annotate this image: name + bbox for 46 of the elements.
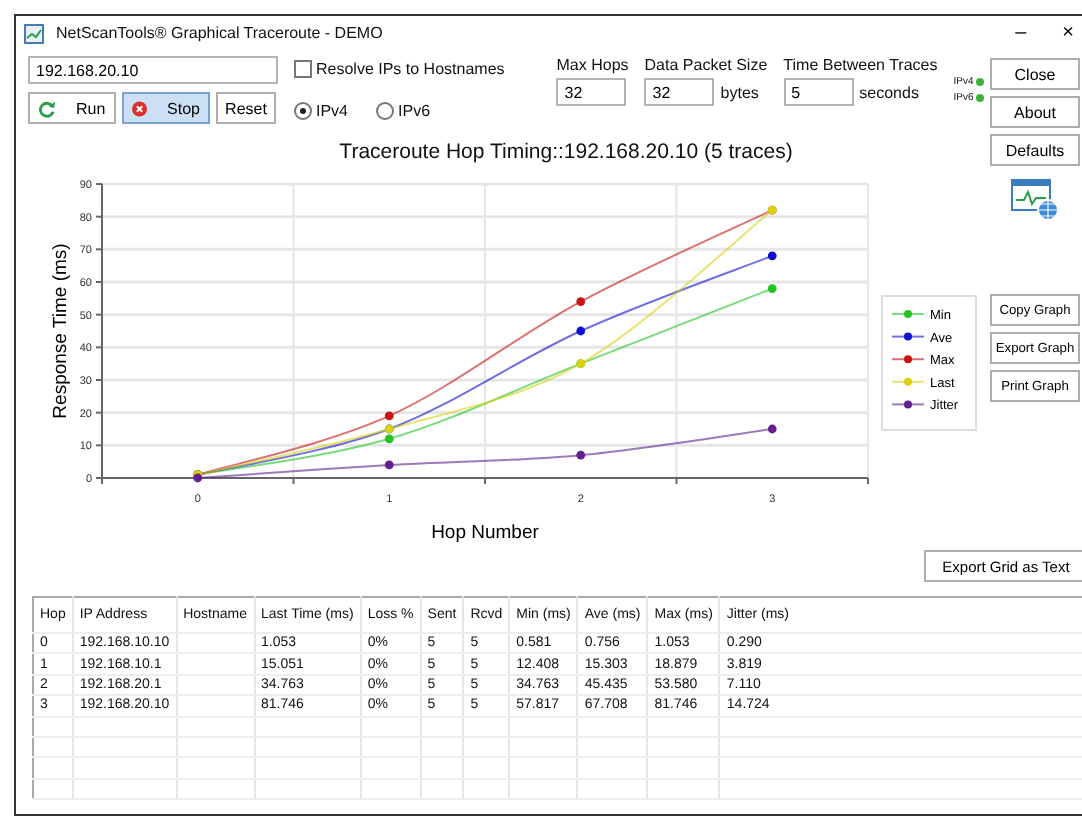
app-icon [24, 23, 44, 43]
resolve-checkbox[interactable] [294, 60, 312, 78]
point [576, 297, 586, 306]
point [384, 411, 394, 421]
refresh-icon [38, 99, 56, 117]
setting-label: Time Between Traces [783, 56, 938, 74]
stop-icon [132, 99, 148, 117]
setting-label: Max Hops [556, 56, 629, 74]
legend-marker-icon [891, 355, 925, 364]
side-button[interactable]: Defaults [990, 134, 1080, 166]
graph-globe-icon[interactable] [1010, 178, 1062, 222]
point [767, 284, 777, 293]
unit-label: bytes [720, 83, 759, 101]
point [767, 424, 777, 434]
close-button[interactable]: × [1050, 22, 1082, 44]
point [384, 434, 394, 444]
stop-button[interactable]: Stop [122, 92, 210, 124]
legend-box [881, 295, 977, 431]
legend-marker-icon [891, 400, 925, 409]
radio-button[interactable] [294, 102, 312, 120]
checkbox-label: Resolve IPs to Hostnames [316, 60, 505, 78]
legend-marker-icon [891, 377, 925, 386]
window-title: NetScanTools® Graphical Traceroute - DEMO [56, 24, 385, 42]
reset-button[interactable]: Reset [216, 92, 276, 124]
chart-title: Traceroute Hop Timing::192.168.20.10 (5 traces) [337, 138, 795, 168]
point [576, 326, 586, 336]
radio-button[interactable] [376, 102, 395, 120]
y-axis-title: Response Time (ms) [50, 243, 72, 419]
legend-marker-icon [891, 332, 925, 341]
point [576, 450, 586, 460]
radio-label: IPv6 [398, 102, 431, 120]
run-button[interactable]: Run [28, 92, 116, 124]
target-field[interactable]: 192.168.20.10 [28, 56, 278, 84]
setting-field[interactable]: 32 [556, 78, 627, 106]
legend-marker-icon [891, 310, 925, 318]
side-button[interactable]: Close [990, 58, 1080, 90]
setting-field[interactable]: 32 [644, 78, 715, 106]
x-axis-title: Hop Number [431, 522, 539, 544]
minimize-button[interactable]: – [1003, 22, 1039, 44]
unit-label: seconds [859, 83, 919, 101]
radio-label: IPv4 [316, 102, 349, 120]
setting-label: Data Packet Size [644, 56, 768, 74]
point [384, 460, 394, 470]
side-button[interactable]: About [990, 96, 1080, 128]
setting-field[interactable]: 5 [783, 78, 854, 106]
point [767, 251, 777, 261]
